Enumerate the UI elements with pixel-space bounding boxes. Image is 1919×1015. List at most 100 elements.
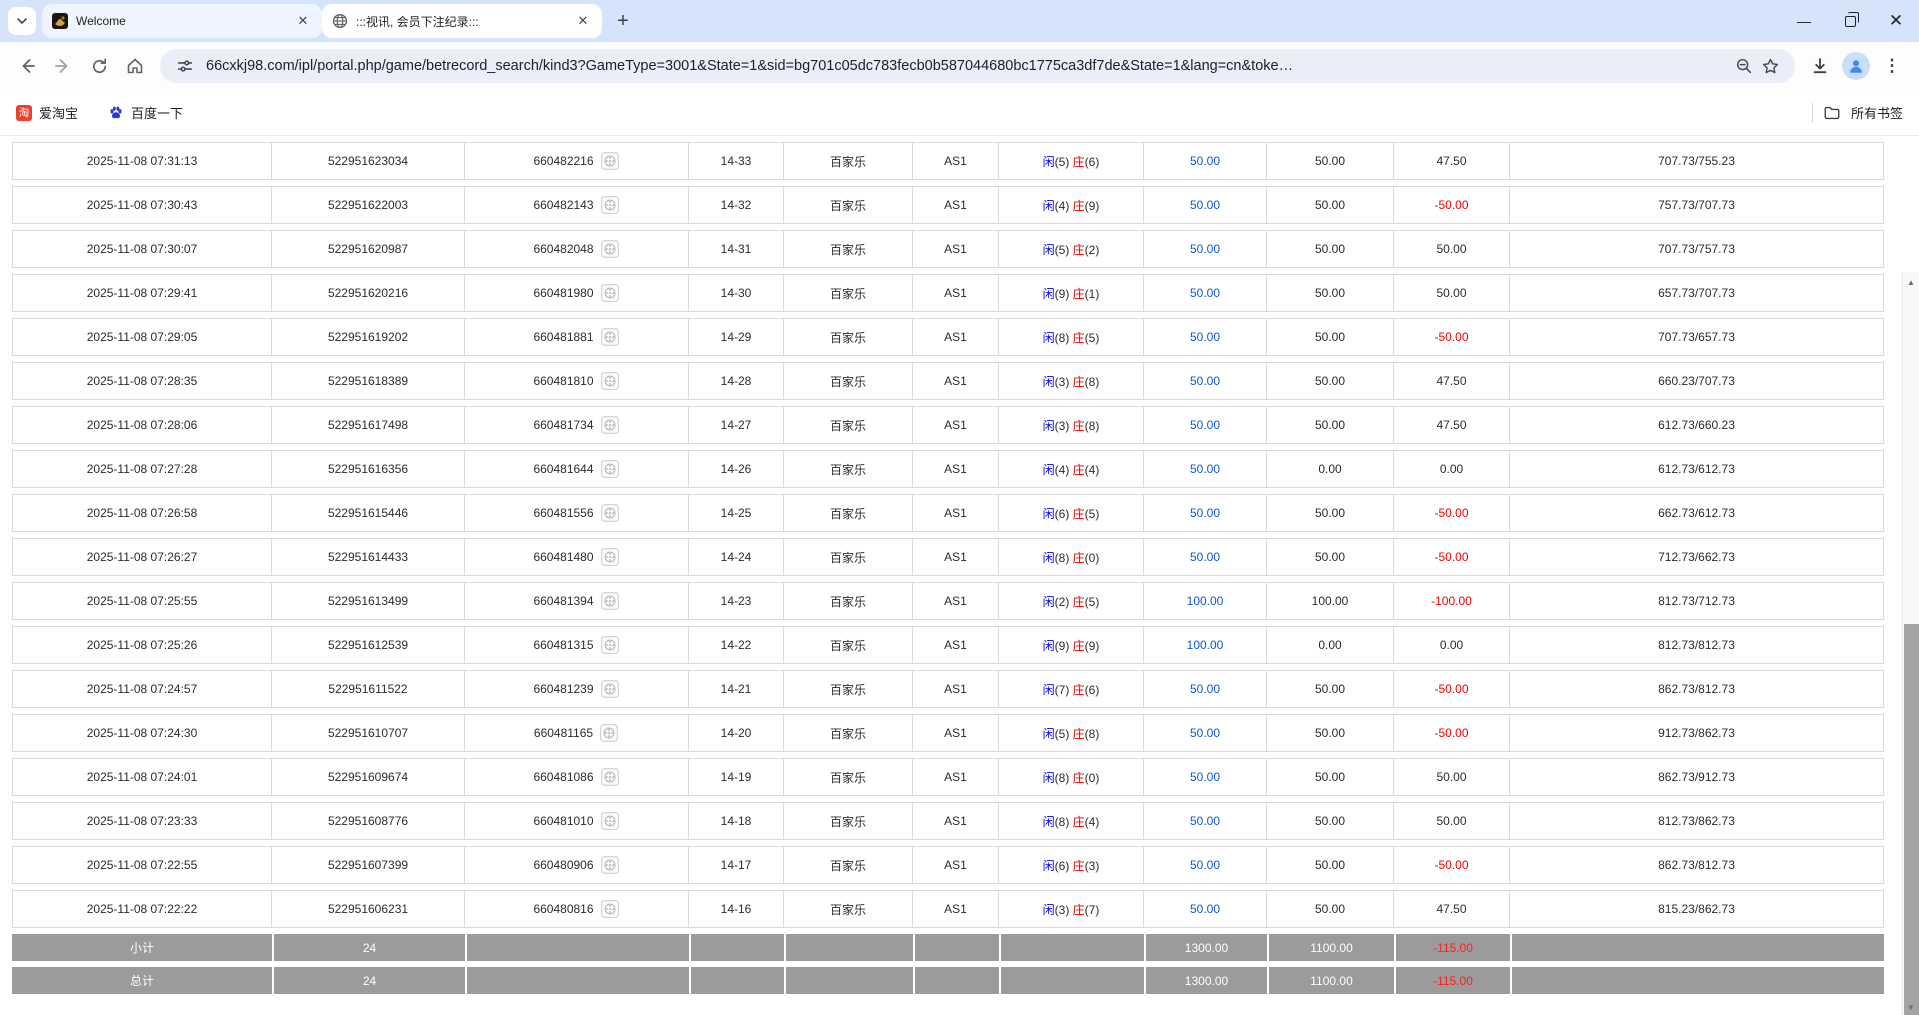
bet-amount-cell[interactable]: 50.00 [1144, 890, 1267, 928]
welcome-tab-favicon-icon [52, 13, 68, 29]
table-row: 2025-11-08 07:28:06522951617498660481734… [12, 406, 1884, 444]
bookmark-baidu[interactable]: 百度一下 [108, 103, 183, 122]
game-type-cell: 百家乐 [784, 890, 913, 928]
scrollbar-thumb[interactable] [1904, 624, 1919, 1015]
game-type-cell: 百家乐 [784, 406, 913, 444]
result-number: (8) [1085, 375, 1100, 389]
player-label: 闲 [1043, 287, 1055, 301]
result-cell: 闲(9) 庄(1) [999, 274, 1144, 312]
video-record-icon[interactable] [600, 767, 620, 787]
reload-icon[interactable] [82, 49, 116, 83]
round-cell: 14-24 [689, 538, 784, 576]
window-restore-button[interactable] [1827, 0, 1873, 42]
video-record-icon[interactable] [600, 855, 620, 875]
bet-amount-cell[interactable]: 50.00 [1144, 230, 1267, 268]
bet-amount-cell[interactable]: 50.00 [1144, 318, 1267, 356]
bookmarks-divider [1812, 103, 1813, 123]
scrollbar-down-icon[interactable]: ▼ [1903, 999, 1919, 1015]
bet-amount-cell[interactable]: 100.00 [1144, 582, 1267, 620]
video-record-icon[interactable] [600, 679, 620, 699]
bet-amount-cell[interactable]: 50.00 [1144, 670, 1267, 708]
bet-amount-cell[interactable]: 50.00 [1144, 538, 1267, 576]
video-record-icon[interactable] [600, 459, 620, 479]
video-record-icon[interactable] [600, 811, 620, 831]
bet-amount-cell[interactable]: 50.00 [1144, 186, 1267, 224]
footer-empty-cell [689, 967, 784, 994]
menu-dots-icon[interactable]: ⋮ [1875, 49, 1909, 83]
table-row: 2025-11-08 07:29:05522951619202660481881… [12, 318, 1884, 356]
url-text[interactable]: 66cxkj98.com/ipl/portal.php/game/betreco… [206, 58, 1731, 74]
video-record-icon[interactable] [600, 195, 620, 215]
window-close-button[interactable]: ✕ [1873, 0, 1919, 42]
scrollbar-up-icon[interactable]: ▲ [1903, 274, 1919, 290]
round-cell: 14-28 [689, 362, 784, 400]
result-number: (6) [1055, 859, 1073, 873]
bet-amount-cell[interactable]: 50.00 [1144, 450, 1267, 488]
site-settings-icon[interactable] [172, 53, 198, 79]
bet-amount-cell[interactable]: 100.00 [1144, 626, 1267, 664]
video-record-icon[interactable] [600, 327, 620, 347]
result-number: (6) [1085, 683, 1100, 697]
bet-amount-cell[interactable]: 50.00 [1144, 274, 1267, 312]
table-name-cell: AS1 [913, 274, 999, 312]
result-number: (8) [1055, 551, 1073, 565]
all-bookmarks-label[interactable]: 所有书签 [1851, 103, 1903, 122]
bet-amount-cell[interactable]: 50.00 [1144, 758, 1267, 796]
balance-cell: 707.73/657.73 [1510, 318, 1884, 356]
tab-betrecord[interactable]: :::视讯, 会员下注纪录::: ✕ [322, 4, 602, 38]
video-record-icon[interactable] [600, 239, 620, 259]
page-scrollbar[interactable]: ▲ ▼ [1902, 272, 1919, 1015]
video-record-icon[interactable] [600, 415, 620, 435]
tab-welcome[interactable]: Welcome ✕ [42, 4, 322, 38]
valid-amount-cell: 50.00 [1267, 186, 1394, 224]
bet-record-table: 2025-11-08 07:31:13522951623034660482216… [12, 136, 1884, 1000]
download-icon[interactable] [1803, 49, 1837, 83]
footer-empty-cell [784, 934, 913, 961]
result-cell: 闲(3) 庄(8) [999, 406, 1144, 444]
valid-amount-cell: 50.00 [1267, 274, 1394, 312]
video-record-icon[interactable] [600, 899, 620, 919]
video-record-icon[interactable] [600, 635, 620, 655]
bookmark-star-icon[interactable] [1757, 53, 1783, 79]
profile-avatar[interactable] [1839, 49, 1873, 83]
back-icon[interactable] [10, 49, 44, 83]
bet-amount-cell[interactable]: 50.00 [1144, 142, 1267, 180]
balance-cell: 660.23/707.73 [1510, 362, 1884, 400]
tab-search-chevron-icon[interactable] [8, 7, 36, 35]
table-row: 2025-11-08 07:24:01522951609674660481086… [12, 758, 1884, 796]
bet-amount-cell[interactable]: 50.00 [1144, 494, 1267, 532]
video-record-icon[interactable] [599, 723, 619, 743]
bet-amount-cell[interactable]: 50.00 [1144, 362, 1267, 400]
video-record-icon[interactable] [600, 591, 620, 611]
video-record-icon[interactable] [600, 151, 620, 171]
video-record-icon[interactable] [600, 371, 620, 391]
game-type-cell: 百家乐 [784, 626, 913, 664]
tab-close-icon[interactable]: ✕ [574, 12, 592, 30]
video-record-icon[interactable] [600, 283, 620, 303]
bookmark-taobao[interactable]: 淘 爱淘宝 [16, 103, 78, 122]
video-record-icon[interactable] [600, 547, 620, 567]
valid-amount-cell: 50.00 [1267, 142, 1394, 180]
bet-amount-cell[interactable]: 50.00 [1144, 802, 1267, 840]
window-minimize-button[interactable]: — [1781, 0, 1827, 42]
home-icon[interactable] [118, 49, 152, 83]
forward-icon[interactable] [46, 49, 80, 83]
bet-amount-cell[interactable]: 50.00 [1144, 406, 1267, 444]
folder-icon [1823, 104, 1841, 122]
bet-id-cell: 522951620216 [272, 274, 465, 312]
table-name-cell: AS1 [913, 714, 999, 752]
game-type-cell: 百家乐 [784, 758, 913, 796]
result-cell: 闲(3) 庄(8) [999, 362, 1144, 400]
bet-id-cell: 522951613499 [272, 582, 465, 620]
bet-amount-cell[interactable]: 50.00 [1144, 714, 1267, 752]
time-cell: 2025-11-08 07:25:55 [12, 582, 272, 620]
new-tab-button[interactable]: + [608, 6, 638, 36]
zoom-out-icon[interactable] [1731, 53, 1757, 79]
game-id-text: 660482216 [533, 154, 593, 168]
bet-amount-cell[interactable]: 50.00 [1144, 846, 1267, 884]
table-name-cell: AS1 [913, 318, 999, 356]
video-record-icon[interactable] [600, 503, 620, 523]
game-id-text: 660480906 [533, 858, 593, 872]
address-bar[interactable]: 66cxkj98.com/ipl/portal.php/game/betreco… [160, 49, 1795, 83]
tab-close-icon[interactable]: ✕ [294, 12, 312, 30]
